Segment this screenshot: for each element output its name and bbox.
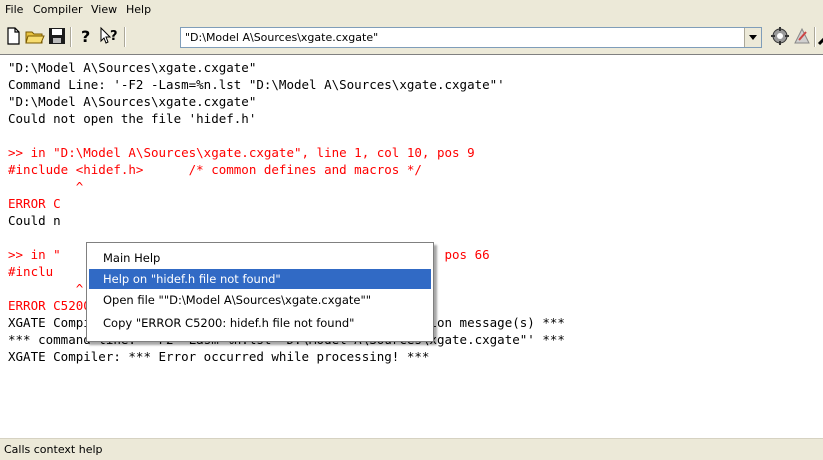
status-text: Calls context help xyxy=(4,443,103,456)
settings-icon[interactable] xyxy=(817,26,823,46)
context-menu-item-help-on-error[interactable]: Help on "hidef.h file not found" xyxy=(89,269,431,289)
output-line: ^ xyxy=(8,179,84,194)
compile-icon[interactable] xyxy=(770,26,790,46)
output-line: Could n xyxy=(8,213,61,228)
output-line: #inclu xyxy=(8,264,54,279)
context-menu: Main Help Help on "hidef.h file not foun… xyxy=(86,242,434,342)
status-bar: Calls context help xyxy=(0,438,823,460)
chevron-down-icon[interactable] xyxy=(744,28,761,47)
open-folder-icon[interactable] xyxy=(25,26,45,46)
help-icon[interactable]: ? xyxy=(76,26,96,46)
toolbar: ? ? "D:\Model A\Sources\xgate.cxgate" xyxy=(0,20,823,55)
menu-file[interactable]: File xyxy=(5,3,23,16)
context-menu-item-label: Help on "hidef.h file not found" xyxy=(103,272,281,286)
svg-text:?: ? xyxy=(81,27,90,46)
output-line: Command Line: '-F2 -Lasm=%n.lst "D:\Mode… xyxy=(8,77,505,92)
context-menu-item-label: Open file ""D:\Model A\Sources\xgate.cxg… xyxy=(103,293,372,307)
toolbar-separator xyxy=(814,27,816,47)
menu-help[interactable]: Help xyxy=(126,3,151,16)
menu-view[interactable]: View xyxy=(91,3,117,16)
output-line: XGATE Compiler: *** Error occurred while… xyxy=(8,349,430,364)
output-line: ERROR C xyxy=(8,196,61,211)
context-menu-item-open-file[interactable]: Open file ""D:\Model A\Sources\xgate.cxg… xyxy=(89,290,431,310)
context-menu-item-label: Main Help xyxy=(103,251,161,265)
context-menu-item-label: Copy "ERROR C5200: hidef.h file not foun… xyxy=(103,316,355,330)
context-menu-item-main-help[interactable]: Main Help xyxy=(89,248,431,268)
output-line: Could not open the file 'hidef.h' xyxy=(8,111,257,126)
context-help-icon[interactable]: ? xyxy=(99,26,119,46)
output-line: ^ xyxy=(8,281,84,296)
source-path-combo[interactable]: "D:\Model A\Sources\xgate.cxgate" xyxy=(180,27,762,48)
output-line: >> in "D:\Model A\Sources\xgate.cxgate",… xyxy=(8,145,475,160)
output-line: "D:\Model A\Sources\xgate.cxgate" xyxy=(8,94,257,109)
save-icon[interactable] xyxy=(47,26,67,46)
toolbar-separator xyxy=(70,27,72,47)
options-icon[interactable] xyxy=(792,26,812,46)
menu-compiler[interactable]: Compiler xyxy=(33,3,83,16)
source-path-value: "D:\Model A\Sources\xgate.cxgate" xyxy=(185,31,379,44)
output-line: "D:\Model A\Sources\xgate.cxgate" xyxy=(8,60,257,75)
svg-text:?: ? xyxy=(110,29,118,44)
new-file-icon[interactable] xyxy=(3,26,23,46)
context-menu-item-copy[interactable]: Copy "ERROR C5200: hidef.h file not foun… xyxy=(89,313,431,333)
toolbar-separator xyxy=(124,27,126,47)
output-line: #include <hidef.h> /* common defines and… xyxy=(8,162,422,177)
menu-bar: File Compiler View Help xyxy=(0,0,823,20)
